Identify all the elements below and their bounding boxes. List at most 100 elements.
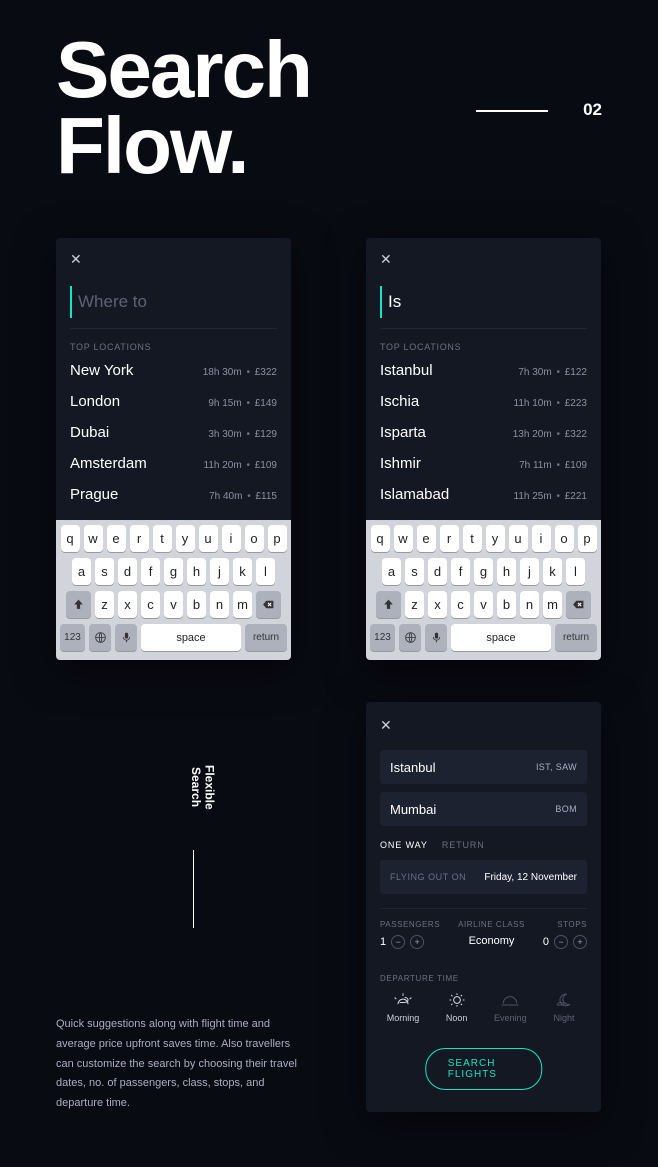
key-p[interactable]: p (578, 525, 597, 552)
key-g[interactable]: g (164, 558, 183, 585)
key-s[interactable]: s (95, 558, 114, 585)
key-s[interactable]: s (405, 558, 424, 585)
key-d[interactable]: d (428, 558, 447, 585)
departure-morning[interactable]: Morning (380, 992, 426, 1023)
mode-key[interactable]: 123 (370, 624, 395, 651)
key-n[interactable]: n (520, 591, 539, 618)
date-field[interactable]: FLYING OUT ON Friday, 12 November (380, 860, 587, 894)
key-e[interactable]: e (107, 525, 126, 552)
key-j[interactable]: j (520, 558, 539, 585)
stops-plus-button[interactable]: + (573, 935, 587, 949)
key-m[interactable]: m (543, 591, 562, 618)
location-item[interactable]: Isparta13h 20m • £322 (380, 424, 587, 455)
return-key[interactable]: return (245, 624, 287, 651)
key-a[interactable]: a (382, 558, 401, 585)
key-o[interactable]: o (555, 525, 574, 552)
key-q[interactable]: q (371, 525, 390, 552)
key-i[interactable]: i (222, 525, 241, 552)
key-u[interactable]: u (199, 525, 218, 552)
key-f[interactable]: f (141, 558, 160, 585)
shift-key[interactable] (376, 591, 401, 618)
delete-key[interactable] (566, 591, 591, 618)
close-icon[interactable]: ✕ (380, 252, 394, 266)
stops-minus-button[interactable]: − (554, 935, 568, 949)
destination-field[interactable]: Mumbai BOM (380, 792, 587, 826)
location-item[interactable]: London9h 15m • £149 (70, 393, 277, 424)
page-title: Search Flow. (56, 32, 311, 184)
key-t[interactable]: t (463, 525, 482, 552)
delete-key[interactable] (256, 591, 281, 618)
key-z[interactable]: z (405, 591, 424, 618)
key-n[interactable]: n (210, 591, 229, 618)
close-icon[interactable]: ✕ (70, 252, 84, 266)
mic-icon[interactable] (425, 624, 447, 651)
search-input[interactable]: Where to (70, 286, 277, 318)
location-item[interactable]: New York18h 30m • £322 (70, 362, 277, 393)
key-b[interactable]: b (497, 591, 516, 618)
key-d[interactable]: d (118, 558, 137, 585)
key-j[interactable]: j (210, 558, 229, 585)
location-item[interactable]: Prague7h 40m • £115 (70, 486, 277, 517)
search-flights-button[interactable]: SEARCH FLIGHTS (425, 1048, 543, 1090)
key-f[interactable]: f (451, 558, 470, 585)
location-item[interactable]: Islamabad11h 25m • £221 (380, 486, 587, 517)
key-e[interactable]: e (417, 525, 436, 552)
key-g[interactable]: g (474, 558, 493, 585)
tab-return[interactable]: RETURN (442, 840, 485, 850)
passengers-plus-button[interactable]: + (410, 935, 424, 949)
key-w[interactable]: w (394, 525, 413, 552)
mic-icon[interactable] (115, 624, 137, 651)
location-item[interactable]: Dubai3h 30m • £129 (70, 424, 277, 455)
close-icon[interactable]: ✕ (380, 718, 394, 732)
key-a[interactable]: a (72, 558, 91, 585)
key-m[interactable]: m (233, 591, 252, 618)
tab-one-way[interactable]: ONE WAY (380, 840, 428, 850)
key-x[interactable]: x (428, 591, 447, 618)
key-q[interactable]: q (61, 525, 80, 552)
passengers-minus-button[interactable]: − (391, 935, 405, 949)
key-v[interactable]: v (474, 591, 493, 618)
key-b[interactable]: b (187, 591, 206, 618)
space-key[interactable]: space (451, 624, 551, 651)
key-z[interactable]: z (95, 591, 114, 618)
key-r[interactable]: r (130, 525, 149, 552)
key-y[interactable]: y (486, 525, 505, 552)
departure-night[interactable]: Night (541, 992, 587, 1023)
location-item[interactable]: Istanbul7h 30m • £122 (380, 362, 587, 393)
key-k[interactable]: k (233, 558, 252, 585)
key-t[interactable]: t (153, 525, 172, 552)
globe-icon[interactable] (89, 624, 111, 651)
key-c[interactable]: c (141, 591, 160, 618)
origin-field[interactable]: Istanbul IST, SAW (380, 750, 587, 784)
key-w[interactable]: w (84, 525, 103, 552)
departure-noon[interactable]: Noon (434, 992, 480, 1023)
return-key[interactable]: return (555, 624, 597, 651)
key-h[interactable]: h (497, 558, 516, 585)
departure-evening[interactable]: Evening (487, 992, 533, 1023)
key-v[interactable]: v (164, 591, 183, 618)
key-p[interactable]: p (268, 525, 287, 552)
key-c[interactable]: c (451, 591, 470, 618)
search-input[interactable]: Is (380, 286, 587, 318)
globe-icon[interactable] (399, 624, 421, 651)
class-col: AIRLINE CLASS Economy (458, 920, 525, 949)
location-item[interactable]: Ischia11h 10m • £223 (380, 393, 587, 424)
key-k[interactable]: k (543, 558, 562, 585)
stops-value: 0 (543, 936, 549, 948)
class-value[interactable]: Economy (469, 935, 515, 947)
key-x[interactable]: x (118, 591, 137, 618)
location-item[interactable]: Amsterdam11h 20m • £109 (70, 455, 277, 486)
key-l[interactable]: l (256, 558, 275, 585)
key-i[interactable]: i (532, 525, 551, 552)
key-y[interactable]: y (176, 525, 195, 552)
key-o[interactable]: o (245, 525, 264, 552)
key-h[interactable]: h (187, 558, 206, 585)
key-u[interactable]: u (509, 525, 528, 552)
key-l[interactable]: l (566, 558, 585, 585)
location-item[interactable]: Ishmir7h 11m • £109 (380, 455, 587, 486)
location-meta: 3h 30m • £129 (208, 429, 277, 440)
space-key[interactable]: space (141, 624, 241, 651)
key-r[interactable]: r (440, 525, 459, 552)
mode-key[interactable]: 123 (60, 624, 85, 651)
shift-key[interactable] (66, 591, 91, 618)
